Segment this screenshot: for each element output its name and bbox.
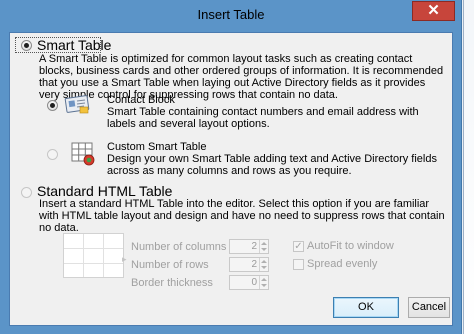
rows-arrow-icon: ▸ (122, 254, 127, 264)
close-icon: ✕ (427, 2, 440, 19)
border-thickness-spinner[interactable]: 0 (229, 275, 269, 290)
custom-smart-table-radio[interactable] (47, 149, 58, 160)
border-thickness-value: 0 (251, 277, 257, 288)
contact-block-radio[interactable] (47, 100, 58, 111)
columns-label: Number of columns (131, 241, 227, 253)
background-window-edge (463, 0, 474, 334)
spin-down-icon[interactable] (261, 248, 267, 251)
autofit-checkbox[interactable]: ✓ (293, 241, 304, 252)
smart-table-radio[interactable] (21, 40, 32, 51)
contact-block-description: Smart Table containing contact numbers a… (107, 106, 419, 130)
window-title: Insert Table (197, 7, 265, 22)
title-bar[interactable]: Insert Table ✕ (0, 0, 462, 32)
columns-spin-arrows[interactable] (259, 240, 268, 253)
spin-down-icon[interactable] (261, 266, 267, 269)
spread-evenly-label[interactable]: Spread evenly (307, 258, 377, 270)
autofit-label[interactable]: AutoFit to window (307, 240, 394, 252)
standard-html-table-radio[interactable] (21, 187, 32, 198)
custom-smart-table-description: Design your own Smart Table adding text … (107, 153, 437, 177)
standard-html-table-description: Insert a standard HTML Table into the ed… (39, 198, 445, 234)
dialog-content: Smart Table A Smart Table is optimized f… (9, 32, 453, 326)
rows-value: 2 (251, 259, 257, 270)
rows-label: Number of rows (131, 259, 209, 271)
ok-button[interactable]: OK (333, 297, 399, 318)
contact-block-title[interactable]: Contact Block (107, 94, 175, 106)
custom-smart-table-title[interactable]: Custom Smart Table (107, 141, 206, 153)
border-spin-arrows[interactable] (259, 276, 268, 289)
spin-down-icon[interactable] (261, 284, 267, 287)
close-button[interactable]: ✕ (412, 1, 455, 21)
rows-spin-arrows[interactable] (259, 258, 268, 271)
columns-value: 2 (251, 241, 257, 252)
spin-up-icon[interactable] (261, 278, 267, 281)
border-thickness-label: Border thickness (131, 277, 213, 289)
contact-card-icon (63, 91, 91, 118)
smart-table-description: A Smart Table is optimized for common la… (39, 53, 444, 101)
spread-evenly-checkbox[interactable] (293, 259, 304, 270)
standard-html-table-label[interactable]: Standard HTML Table (37, 183, 172, 199)
spin-up-icon[interactable] (261, 260, 267, 263)
columns-spinner[interactable]: 2 (229, 239, 269, 254)
insert-table-dialog: Insert Table ✕ Smart Table A Smart Table… (0, 0, 462, 334)
spin-up-icon[interactable] (261, 242, 267, 245)
custom-table-icon (71, 141, 97, 170)
checkmark-icon: ✓ (294, 241, 303, 252)
rows-spinner[interactable]: 2 (229, 257, 269, 272)
smart-table-label[interactable]: Smart Table (37, 37, 111, 53)
table-grid-icon (63, 233, 125, 282)
cancel-button[interactable]: Cancel (408, 297, 450, 318)
